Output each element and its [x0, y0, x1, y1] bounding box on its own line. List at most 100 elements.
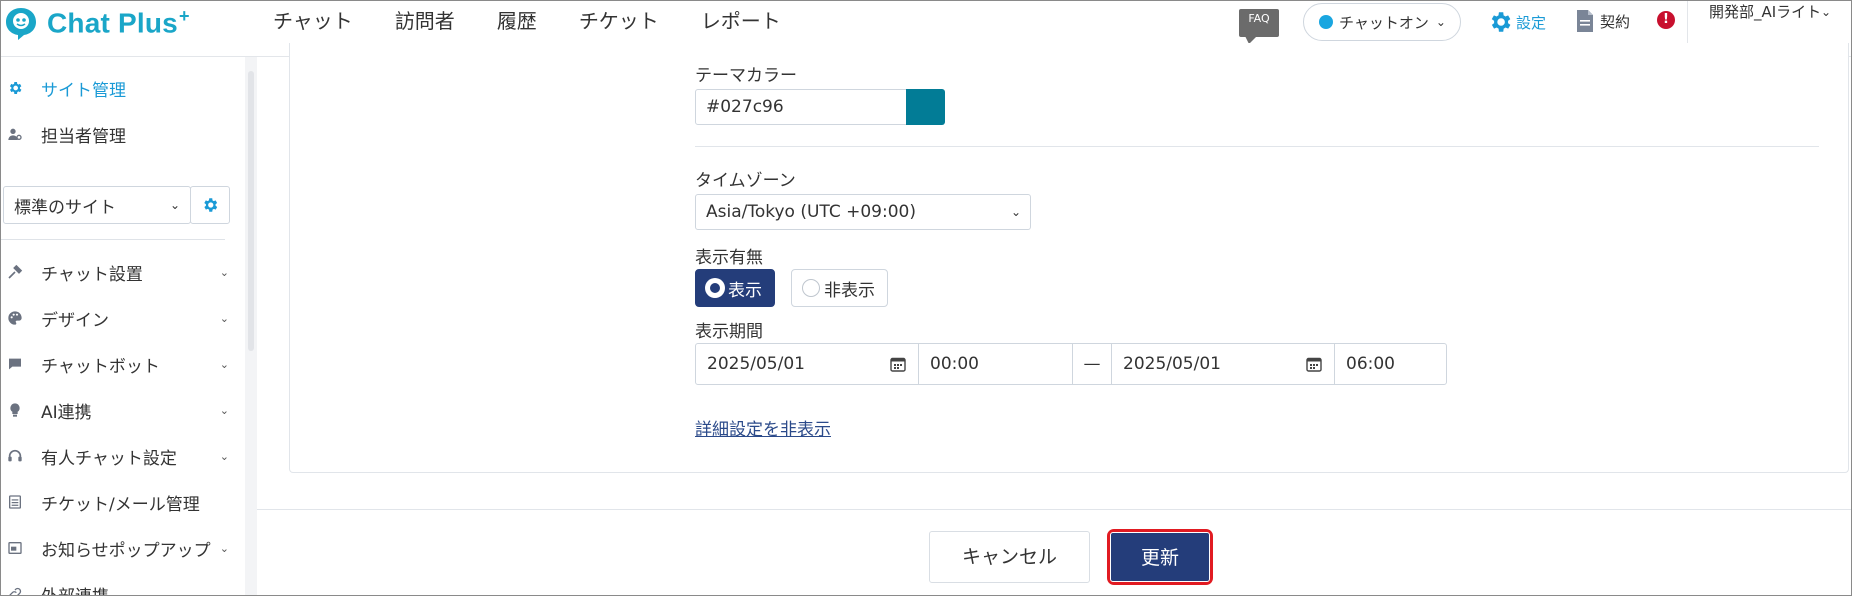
main-nav: チャット 訪問者 履歴 チケット レポート	[273, 7, 823, 35]
radio-checked-icon	[706, 279, 724, 297]
gear-icon	[204, 198, 218, 212]
palette-icon	[8, 311, 22, 325]
visibility-hide-radio[interactable]: 非表示	[791, 269, 888, 307]
chevron-down-icon: ⌄	[219, 311, 229, 325]
logo[interactable]: Chat Plus+	[3, 3, 190, 43]
lightbulb-icon	[10, 403, 20, 417]
headset-icon	[8, 449, 22, 462]
chat-plus-logo-icon	[6, 8, 36, 40]
contract-label: 契約	[1600, 12, 1631, 31]
update-button-label: 更新	[1110, 532, 1210, 582]
timezone-select[interactable]: Asia/Tokyo (UTC +09:00) ⌄	[695, 194, 1031, 230]
chat-status-dropdown[interactable]: チャットオン ⌄	[1303, 3, 1461, 41]
visibility-label: 表示有無	[695, 248, 763, 268]
sidebar-item-label: 担当者管理	[41, 126, 126, 147]
contract-link[interactable]: 契約	[1575, 9, 1630, 33]
sidebar-item-label: 有人チャット設定	[41, 448, 177, 469]
nav-visitors[interactable]: 訪問者	[395, 7, 455, 35]
sidebar-item-chat-setup[interactable]: チャット設置 ⌄	[1, 257, 237, 287]
footer-divider	[257, 509, 1851, 510]
sidebar-item-staff-management[interactable]: 担当者管理	[1, 119, 237, 149]
start-time-input[interactable]: 00:00	[918, 343, 1073, 385]
logo-text: Chat Plus+	[47, 6, 190, 39]
end-date-value: 2025/05/01	[1123, 354, 1221, 374]
radio-unchecked-icon	[802, 279, 820, 297]
chevron-down-icon: ⌄	[1010, 205, 1021, 219]
site-select[interactable]: 標準のサイト ⌄	[3, 186, 191, 224]
sidebar-divider	[1, 239, 225, 240]
settings-label: 設定	[1516, 13, 1547, 32]
calendar-icon[interactable]	[1306, 356, 1322, 372]
chevron-down-icon: ⌄	[1435, 15, 1446, 29]
period-label: 表示期間	[695, 322, 763, 342]
sidebar-item-label: チャットボット	[41, 356, 160, 377]
nav-reports[interactable]: レポート	[701, 7, 781, 35]
gear-icon	[9, 82, 22, 94]
popup-icon	[8, 542, 22, 554]
chevron-down-icon[interactable]: ⌄	[1821, 5, 1831, 19]
link-icon	[9, 587, 22, 595]
theme-color-swatch[interactable]	[906, 89, 945, 125]
settings-panel	[289, 43, 1849, 473]
sidebar-item-ticket-mail[interactable]: チケット/メール管理	[1, 487, 237, 517]
sidebar-item-label: チケット/メール管理	[41, 494, 200, 515]
chevron-down-icon: ⌄	[219, 541, 229, 555]
gear-icon	[1491, 12, 1511, 32]
cancel-button[interactable]: キャンセル	[929, 531, 1090, 583]
visibility-show-label: 表示	[728, 280, 762, 301]
sidebar-item-external-integration[interactable]: 外部連携 ⌄	[1, 579, 237, 596]
chevron-down-icon: ⌄	[219, 265, 229, 279]
list-icon	[9, 495, 21, 509]
hide-details-link[interactable]: 詳細設定を非表示	[695, 415, 831, 440]
theme-color-label: テーマカラー	[695, 66, 797, 86]
chat-bubble-icon	[9, 358, 21, 370]
sidebar-item-label: チャット設置	[41, 264, 143, 285]
timezone-label: タイムゾーン	[695, 171, 796, 191]
sidebar-item-label: デザイン	[41, 310, 109, 331]
sidebar-item-chatbot[interactable]: チャットボット ⌄	[1, 349, 237, 379]
sidebar-item-label: サイト管理	[41, 80, 126, 101]
chevron-down-icon: ⌄	[219, 449, 229, 463]
period-separator: —	[1072, 343, 1112, 385]
sidebar-item-label: 外部連携	[41, 582, 109, 596]
section-divider	[695, 146, 1819, 147]
sidebar-item-notice-popup[interactable]: お知らせポップアップ ⌄	[1, 533, 237, 563]
sidebar-item-operator-chat-settings[interactable]: 有人チャット設定 ⌄	[1, 441, 237, 471]
faq-icon[interactable]: FAQ	[1239, 9, 1279, 44]
sidebar-scrollbar-thumb[interactable]	[248, 71, 254, 351]
tools-icon	[8, 264, 23, 279]
timezone-value: Asia/Tokyo (UTC +09:00)	[706, 202, 916, 222]
sidebar-item-ai-integration[interactable]: AI連携 ⌄	[1, 395, 237, 425]
status-dot-icon	[1319, 15, 1333, 29]
calendar-icon[interactable]	[890, 356, 906, 372]
period-inputs: 2025/05/01 00:00 — 2025/05/01 06:00	[695, 343, 1447, 385]
sidebar-item-design[interactable]: デザイン ⌄	[1, 303, 237, 333]
end-time-value: 06:00	[1346, 354, 1395, 374]
visibility-hide-label: 非表示	[824, 280, 875, 301]
end-date-input[interactable]: 2025/05/01	[1111, 343, 1335, 385]
app-window: Chat Plus+ チャット 訪問者 履歴 チケット レポート FAQ チャッ…	[0, 0, 1852, 596]
chat-status-label: チャットオン	[1339, 13, 1429, 32]
alert-icon[interactable]: !	[1657, 11, 1675, 29]
start-time-value: 00:00	[930, 354, 979, 374]
chevron-down-icon: ⌄	[219, 357, 229, 371]
start-date-value: 2025/05/01	[707, 354, 805, 374]
site-settings-button[interactable]	[190, 186, 230, 224]
chevron-down-icon: ⌄	[169, 198, 180, 212]
nav-history[interactable]: 履歴	[497, 7, 537, 35]
document-icon	[1577, 10, 1593, 32]
theme-color-input[interactable]: #027c96	[695, 89, 907, 125]
sidebar-item-site-management[interactable]: サイト管理	[1, 73, 237, 103]
site-select-value: 標準のサイト	[14, 197, 116, 218]
user-gear-icon	[8, 128, 22, 140]
end-time-input[interactable]: 06:00	[1334, 343, 1447, 385]
update-button[interactable]: 更新	[1107, 529, 1213, 585]
settings-link[interactable]: 設定	[1487, 9, 1546, 35]
chevron-down-icon: ⌄	[219, 403, 229, 417]
nav-chat[interactable]: チャット	[273, 7, 353, 35]
visibility-show-radio[interactable]: 表示	[695, 269, 775, 307]
sidebar-item-label: お知らせポップアップ	[41, 540, 211, 561]
start-date-input[interactable]: 2025/05/01	[695, 343, 919, 385]
chevron-down-icon: ⌄	[219, 587, 229, 596]
nav-tickets[interactable]: チケット	[579, 7, 659, 35]
